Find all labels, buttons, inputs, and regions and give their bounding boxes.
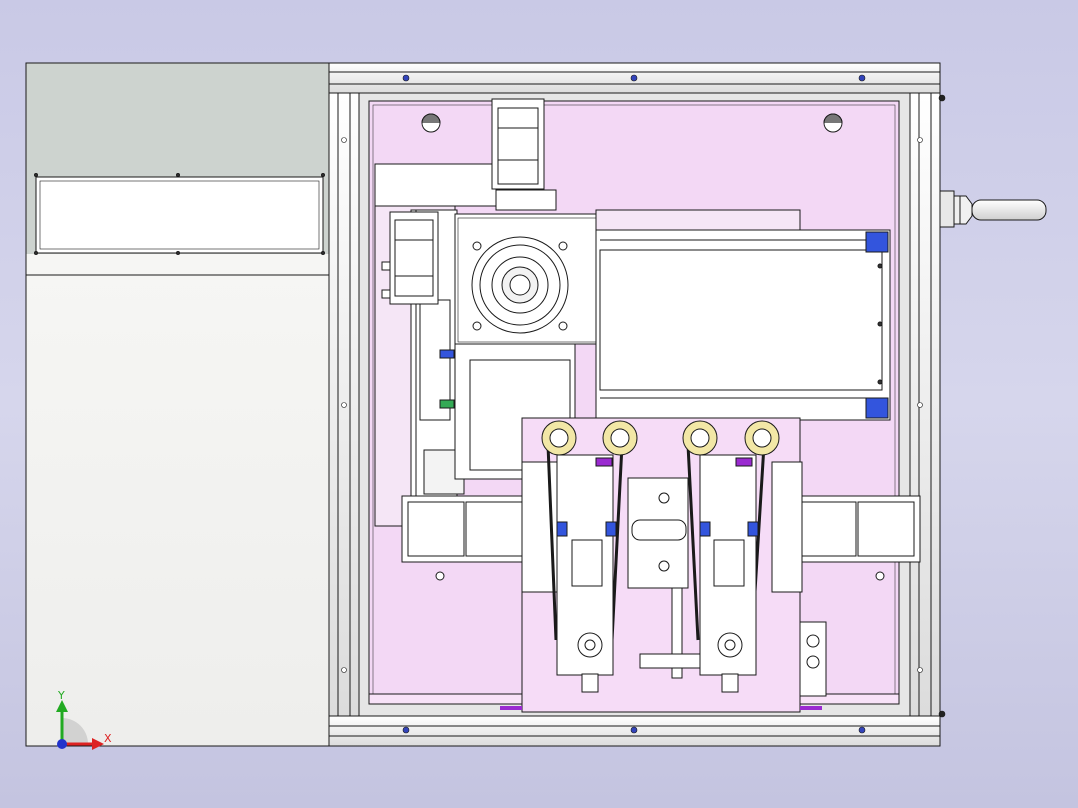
axis-y-label: Y	[57, 689, 65, 702]
cad-viewport[interactable]: Y X	[0, 0, 1078, 808]
stepper-motor-left	[381, 211, 439, 305]
left-panel	[25, 62, 330, 747]
display-window	[35, 176, 324, 254]
cad-drawing: Y X	[25, 62, 1047, 750]
cable-gland	[939, 190, 1047, 228]
axis-x-label: X	[104, 732, 112, 745]
horizontal-axis	[595, 209, 891, 421]
